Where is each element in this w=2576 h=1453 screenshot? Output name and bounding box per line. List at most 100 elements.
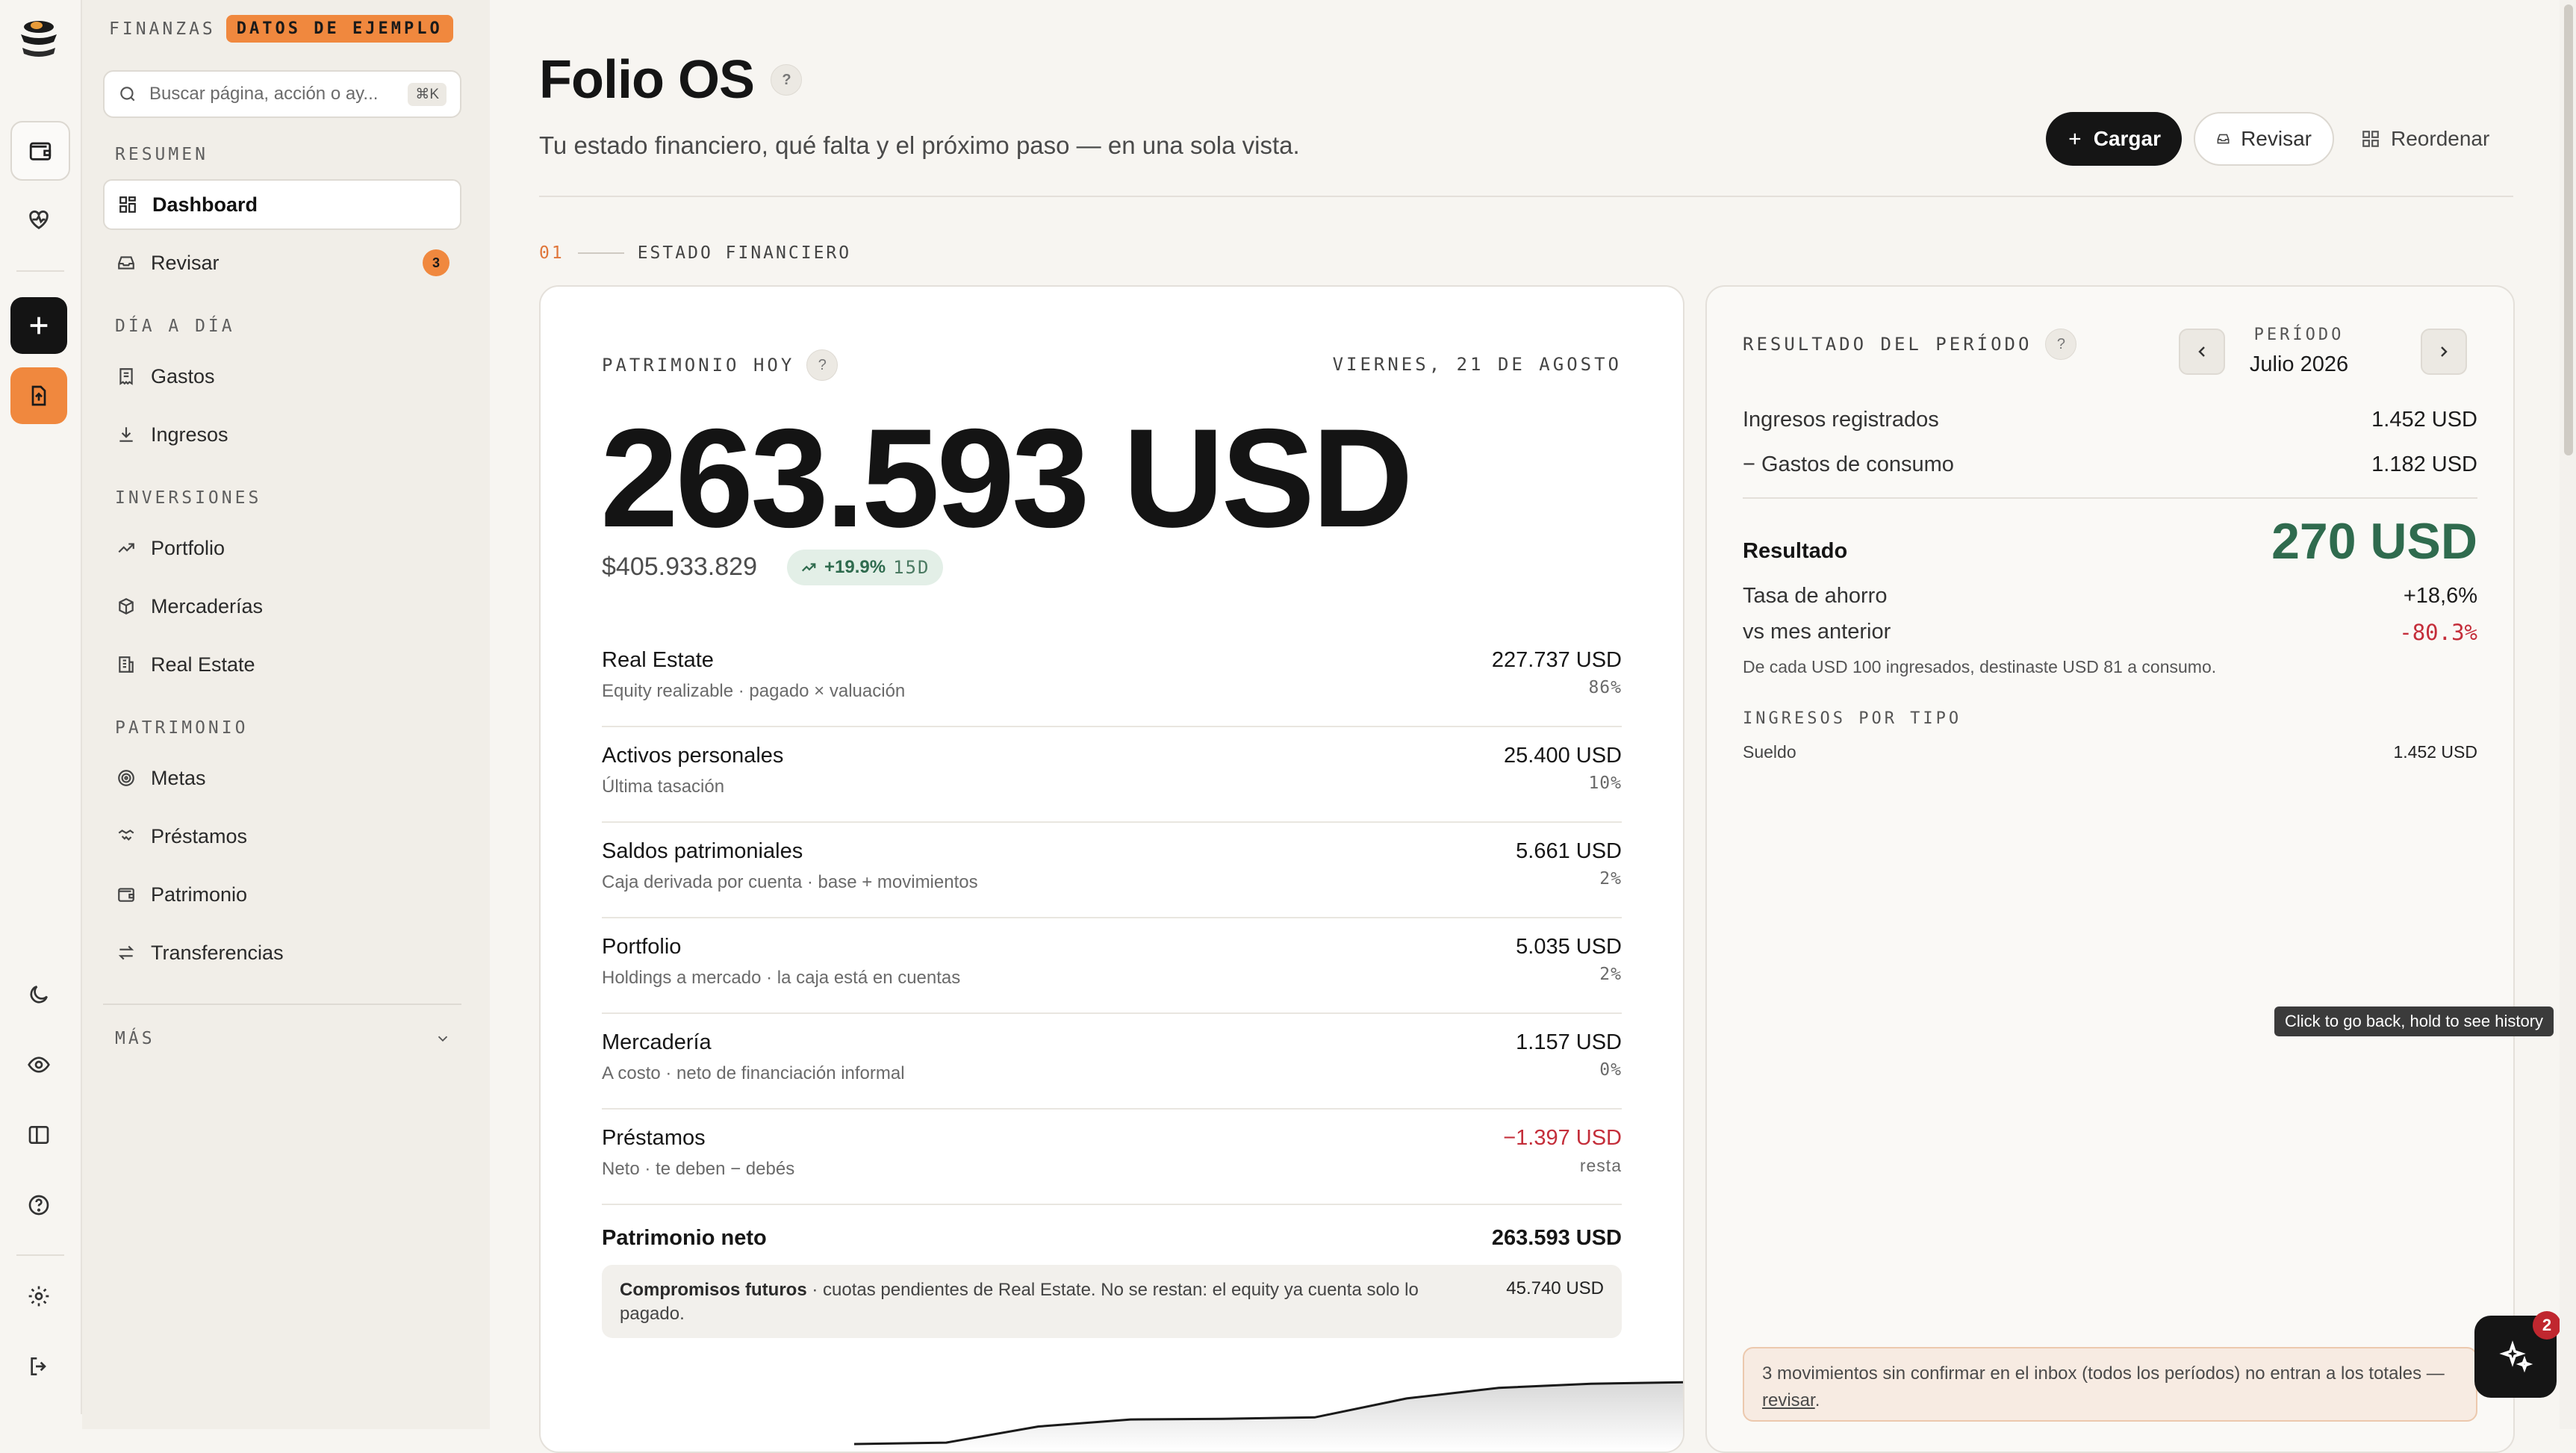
- row-name: Saldos patrimoniales: [602, 839, 803, 863]
- sidebar-item-label: Préstamos: [151, 824, 248, 847]
- tasa-row: Tasa de ahorro +18,6%: [1743, 584, 2477, 609]
- chevron-right-icon: [2441, 346, 2448, 357]
- ingresos-tipo-label: INGRESOS POR TIPO: [1743, 709, 1962, 728]
- breakdown-row[interactable]: Mercadería A costo · neto de financiació…: [602, 1014, 1622, 1110]
- alert-revisar-link[interactable]: revisar: [1762, 1390, 1815, 1410]
- moon-icon[interactable]: [10, 966, 67, 1023]
- gastos-value: 1.182 USD: [2371, 452, 2477, 476]
- revisar-button[interactable]: Revisar: [2194, 112, 2334, 166]
- gastos-row: − Gastos de consumo 1.182 USD: [1743, 452, 2477, 477]
- gastos-label: − Gastos de consumo: [1743, 452, 1954, 476]
- row-pct: 86%: [1588, 678, 1622, 697]
- app-logo-icon[interactable]: [16, 19, 61, 61]
- sidebar-item-patrimonio[interactable]: Patrimonio: [103, 869, 461, 920]
- ingresos-label: Ingresos registrados: [1743, 408, 1939, 432]
- section-patrimonio: PATRIMONIO: [115, 718, 249, 738]
- resultado-help-button[interactable]: ?: [2045, 329, 2077, 360]
- sidebar-item-label: Real Estate: [151, 653, 255, 676]
- row-value: −1.397 USD: [1503, 1126, 1622, 1150]
- breakdown-row[interactable]: Saldos patrimoniales Caja derivada por c…: [602, 823, 1622, 918]
- alert-end: .: [1814, 1390, 1820, 1410]
- section-label: ESTADO FINANCIERO: [637, 243, 852, 263]
- row-name: Real Estate: [602, 648, 714, 672]
- handshake-icon: [115, 825, 137, 847]
- period-value: Julio 2026: [2249, 352, 2349, 376]
- section-dia-a-dia: DÍA A DÍA: [115, 317, 235, 336]
- section-heading: 01 ESTADO FINANCIERO: [539, 243, 851, 263]
- row-value: 25.400 USD: [1504, 744, 1622, 768]
- ingreso-tipo-row: Sueldo 1.452 USD: [1743, 742, 2477, 762]
- page-title: Folio OS: [539, 50, 755, 110]
- logout-icon[interactable]: [10, 1338, 67, 1395]
- eye-icon[interactable]: [10, 1036, 67, 1093]
- sidebar-item-dashboard[interactable]: Dashboard: [103, 179, 461, 230]
- patrimonio-breakdown: Real Estate Equity realizable · pagado ×…: [602, 632, 1622, 1283]
- sidebar-panel-icon[interactable]: [10, 1107, 67, 1163]
- neto-value: 263.593 USD: [1491, 1226, 1622, 1250]
- vs-value: -80.3%: [2399, 620, 2477, 645]
- search-icon: [120, 87, 135, 102]
- page-title-row: Folio OS ?: [539, 49, 802, 111]
- trend-area: [854, 1382, 1683, 1452]
- tipo-value: 1.452 USD: [2393, 742, 2477, 762]
- grid-icon: [2362, 131, 2379, 147]
- search-box[interactable]: ⌘K: [103, 70, 461, 118]
- row-desc: Neto · te deben − debés: [602, 1159, 795, 1179]
- trending-up-icon: [115, 537, 137, 559]
- row-pct: 2%: [1599, 965, 1622, 984]
- row-value: 227.737 USD: [1491, 648, 1622, 672]
- patrimonio-label: PATRIMONIO HOY: [602, 355, 795, 376]
- help-circle-icon[interactable]: [10, 1177, 67, 1233]
- row-name: Préstamos: [602, 1126, 706, 1150]
- sidebar-item-prestamos[interactable]: Préstamos: [103, 811, 461, 862]
- heart-pulse-icon[interactable]: [10, 191, 67, 248]
- compromisos-title: Compromisos futuros: [620, 1280, 807, 1300]
- sidebar-item-mercaderias[interactable]: Mercaderías: [103, 581, 461, 632]
- help-button[interactable]: ?: [770, 64, 802, 96]
- sidebar-item-metas[interactable]: Metas: [103, 753, 461, 803]
- sample-data-badge: DATOS DE EJEMPLO: [225, 15, 453, 43]
- gear-icon[interactable]: [10, 1268, 67, 1325]
- change-period: 15D: [893, 557, 930, 578]
- resultado-label: RESULTADO DEL PERÍODO: [1743, 334, 2032, 355]
- sidebar-item-real-estate[interactable]: Real Estate: [103, 639, 461, 690]
- sidebar-item-label: Patrimonio: [151, 883, 248, 906]
- patrimonio-header: PATRIMONIO HOY ?: [602, 349, 839, 381]
- section-line: [577, 252, 624, 254]
- reordenar-button[interactable]: Reordenar: [2349, 112, 2543, 166]
- download-icon: [115, 423, 137, 446]
- sidebar-item-revisar[interactable]: Revisar 3: [103, 237, 461, 288]
- scrollbar-thumb[interactable]: [2564, 4, 2573, 455]
- search-input[interactable]: [148, 83, 398, 105]
- rail-divider-bottom: [16, 1254, 64, 1256]
- add-icon[interactable]: [10, 297, 67, 354]
- patrimonio-ars: $405.933.829: [602, 553, 757, 581]
- prev-period-button[interactable]: [2179, 329, 2225, 375]
- breakdown-row[interactable]: Activos personales Última tasación 25.40…: [602, 727, 1622, 823]
- breakdown-row[interactable]: Portfolio Holdings a mercado · la caja e…: [602, 918, 1622, 1014]
- sidebar-item-portfolio[interactable]: Portfolio: [103, 523, 461, 573]
- resultado-divider: [1743, 497, 2477, 499]
- back-button-tooltip: Click to go back, hold to see history: [2274, 1006, 2554, 1036]
- breakdown-row[interactable]: Real Estate Equity realizable · pagado ×…: [602, 632, 1622, 727]
- upload-file-icon[interactable]: [10, 367, 67, 424]
- patrimonio-help-button[interactable]: ?: [806, 349, 839, 381]
- breakdown-row[interactable]: Préstamos Neto · te deben − debés −1.397…: [602, 1110, 1622, 1205]
- search-shortcut: ⌘K: [408, 82, 447, 106]
- sidebar-item-gastos[interactable]: Gastos: [103, 351, 461, 402]
- resultado-header: RESULTADO DEL PERÍODO ?: [1743, 329, 2077, 360]
- sidebar-item-transferencias[interactable]: Transferencias: [103, 927, 461, 978]
- section-number: 01: [539, 243, 564, 263]
- row-name: Activos personales: [602, 744, 784, 768]
- next-period-button[interactable]: [2421, 329, 2467, 375]
- row-name: Mercadería: [602, 1030, 712, 1054]
- sidebar-more-toggle[interactable]: MÁS: [115, 1029, 451, 1048]
- sidebar-item-ingresos[interactable]: Ingresos: [103, 409, 461, 460]
- tasa-value: +18,6%: [2403, 584, 2477, 608]
- compromisos-value: 45.740 USD: [1506, 1278, 1604, 1298]
- row-name: Portfolio: [602, 935, 682, 959]
- wallet-icon[interactable]: [10, 121, 70, 181]
- compromisos-text: Compromisos futuros · cuotas pendientes …: [620, 1278, 1471, 1326]
- cargar-button[interactable]: Cargar: [2046, 112, 2182, 166]
- row-pct: 10%: [1588, 774, 1622, 793]
